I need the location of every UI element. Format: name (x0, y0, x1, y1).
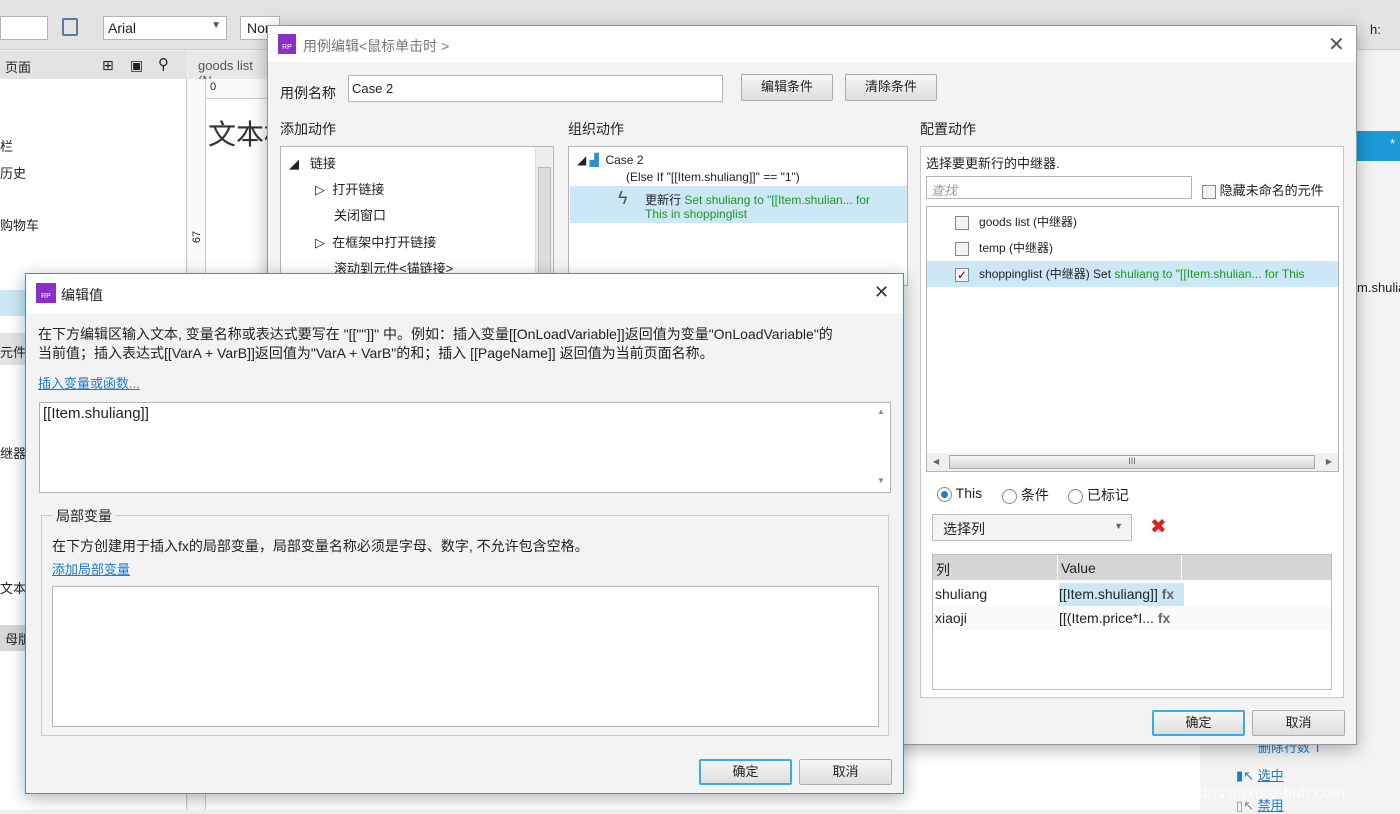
page-style-select[interactable] (0, 16, 48, 40)
scrollbar[interactable] (535, 147, 553, 287)
horizontal-scrollbar[interactable]: ◀ III ▶ (927, 453, 1338, 471)
rp-logo-icon: RP (278, 34, 296, 54)
repeater-row-selected[interactable]: ✓ shoppinglist (中继器) Set shuliang to "[[… (927, 261, 1338, 287)
add-page-icon[interactable]: ⊞ (102, 57, 114, 74)
local-vars-list[interactable] (52, 586, 879, 727)
watermark: https://axure-hub.com (1190, 785, 1345, 802)
configure-panel: 选择要更新行的中继器. 查找 隐藏未命名的元件 goods list (中继器)… (920, 146, 1344, 698)
select-column-dropdown[interactable]: 选择列 ▼ (932, 514, 1132, 541)
case-name-input[interactable]: Case 2 (348, 75, 723, 102)
table-row[interactable]: shuliang [[Item.shuliang]] fx (933, 582, 1331, 606)
fx-icon[interactable]: fx (1162, 586, 1174, 602)
repeater-row[interactable]: temp (中继器) (955, 239, 1053, 256)
edit-value-dialog: RP 编辑值 ✕ 在下方编辑区输入文本, 变量名称或表达式要写在 "[[""]]… (25, 273, 904, 794)
canvas-tab[interactable]: goods list (N (188, 51, 278, 88)
add-action-tree[interactable]: ◢ 链接 ▷ 打开链接 关闭窗口 ▷ 在框架中打开链接 滚动到元件<锚链接> (280, 146, 554, 287)
case-icon: ▟ (589, 153, 599, 167)
radio-this[interactable]: This (937, 485, 982, 502)
organize-tree[interactable]: ◢ ▟ Case 2 (Else If "[[Item.shuliang]]" … (568, 146, 908, 286)
add-folder-icon[interactable]: ▣ (130, 57, 143, 74)
dialog-title: 用例编辑<鼠标单击时 > (303, 38, 450, 54)
add-local-var-link[interactable]: 添加局部变量 (52, 559, 130, 578)
cancel-button[interactable]: 取消 (1252, 710, 1345, 736)
local-vars-group: 局部变量 在下方创建用于插入fx的局部变量，局部变量名称必须是字母、数字, 不允… (41, 506, 889, 736)
radio-condition[interactable]: 条件 (1002, 485, 1049, 505)
tree-item-open-link[interactable]: ▷ 打开链接 (315, 179, 384, 198)
fx-icon[interactable]: fx (1158, 610, 1170, 626)
clear-condition-button[interactable]: 清除条件 (845, 74, 937, 101)
repeater-widget[interactable]: 继器 (0, 443, 26, 462)
radio-marked[interactable]: 已标记 (1068, 485, 1129, 505)
tree-item-link[interactable]: ◢ 链接 (289, 153, 336, 172)
tree-item-close-window[interactable]: 关闭窗口 (334, 205, 386, 224)
widgets-title: 元件 (0, 345, 27, 360)
dimension-label: h: (1370, 22, 1381, 37)
table-row[interactable]: xiaoji [[(Item.price*I... fx (933, 606, 1331, 630)
font-select[interactable]: Arial ▼ (103, 16, 227, 40)
dialog-title: 编辑值 (61, 287, 103, 303)
cancel-button[interactable]: 取消 (799, 759, 892, 785)
action-node-selected[interactable]: ϟ 更新行 Set shuliang to "[[Item.shulian...… (570, 186, 907, 223)
ok-button[interactable]: 确定 (1152, 710, 1245, 736)
page-item[interactable]: 历史 (0, 163, 26, 182)
page-item[interactable]: 购物车 (0, 215, 39, 234)
text-widget[interactable]: 文本 (0, 578, 26, 597)
page-style-icon[interactable] (62, 18, 78, 36)
column-value-table[interactable]: 列 Value shuliang [[Item.shuliang]] fx xi… (932, 554, 1332, 690)
close-icon[interactable]: ✕ (1328, 32, 1345, 57)
search-icon[interactable]: ⚲ (158, 55, 169, 73)
case-node[interactable]: ◢ ▟ Case 2 (577, 153, 644, 167)
lightning-icon: ϟ (618, 188, 628, 208)
repeater-list[interactable]: goods list (中继器) temp (中继器) ✓ shoppingli… (926, 206, 1339, 472)
search-input[interactable]: 查找 (926, 176, 1192, 199)
value-textarea[interactable]: [[Item.shuliang]] ▲ ▼ (39, 402, 891, 493)
scrollbar[interactable]: ▲ ▼ (872, 403, 890, 492)
tree-item-open-in-frame[interactable]: ▷ 在框架中打开链接 (315, 232, 436, 251)
hide-unnamed-checkbox[interactable]: 隐藏未命名的元件 (1202, 180, 1324, 199)
pages-title: 页面 (5, 60, 32, 75)
edit-condition-button[interactable]: 编辑条件 (741, 74, 833, 101)
close-icon[interactable]: ✕ (874, 282, 889, 303)
page-item[interactable]: 栏 (0, 136, 13, 155)
repeater-row[interactable]: goods list (中继器) (955, 213, 1077, 230)
rp-logo-icon: RP (36, 283, 56, 303)
select-link[interactable]: ▮↖ 选中 (1236, 765, 1284, 784)
delete-icon[interactable]: ✖ (1150, 514, 1167, 539)
insert-variable-link[interactable]: 插入变量或函数... (38, 373, 140, 392)
ok-button[interactable]: 确定 (699, 759, 792, 785)
